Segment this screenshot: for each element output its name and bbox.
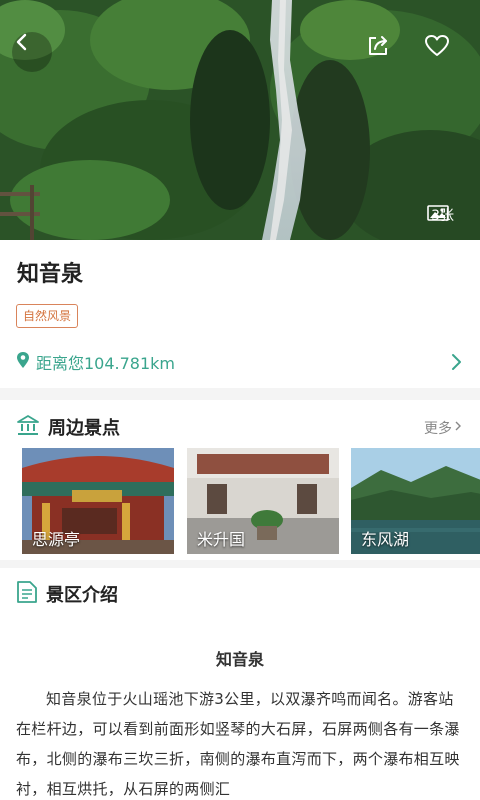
spot-title: 知音泉 — [17, 262, 84, 287]
intro-subtitle: 知音泉 — [215, 650, 264, 669]
nearby-card-name: 思源亭 — [32, 530, 81, 549]
nearby-list: 思源亭 米升国 东风湖 — [22, 448, 480, 554]
nearby-section: 周边景点 更多 思源亭 米升国 东风湖 — [0, 400, 480, 560]
intro-header: 景区介绍 — [16, 579, 118, 609]
nearby-card[interactable]: 东风湖 — [351, 448, 480, 554]
photo-count-badge[interactable]: 3张 — [427, 205, 454, 225]
distance-text: 距离您104.781km — [36, 354, 176, 373]
nearby-title: 周边景点 — [48, 418, 120, 439]
more-button[interactable]: 更多 — [424, 418, 462, 438]
favorite-button[interactable] — [424, 34, 464, 74]
chevron-right-small-icon — [454, 420, 462, 436]
hero-image[interactable]: 3张 — [0, 0, 480, 240]
nearby-card-name: 米升国 — [197, 530, 246, 549]
landmark-icon — [16, 414, 40, 440]
waterfall-photo — [0, 0, 480, 240]
nearby-card[interactable]: 思源亭 — [22, 448, 174, 554]
nearby-card[interactable]: 米升国 — [187, 448, 339, 554]
chevron-right-icon — [450, 352, 462, 376]
nearby-card-name: 东风湖 — [361, 530, 410, 549]
intro-section: 景区介绍 知音泉 知音泉位于火山瑶池下游3公里，以双瀑齐鸣而闻名。游客站在栏杆边… — [0, 568, 480, 800]
back-button[interactable] — [12, 32, 52, 72]
category-tag: 自然风景 — [16, 304, 79, 328]
location-pin-icon — [16, 351, 30, 373]
share-button[interactable] — [366, 34, 406, 74]
distance-row[interactable]: 距离您104.781km — [16, 348, 464, 376]
intro-body-text: 知音泉位于火山瑶池下游3公里，以双瀑齐鸣而闻名。游客站在栏杆边，可以看到前面形如… — [16, 690, 460, 798]
intro-title: 景区介绍 — [46, 585, 118, 606]
document-icon — [16, 580, 38, 608]
more-label: 更多 — [424, 421, 452, 437]
nearby-header: 周边景点 — [16, 412, 120, 442]
spot-info-card: 知音泉 自然风景 距离您104.781km — [0, 240, 480, 388]
